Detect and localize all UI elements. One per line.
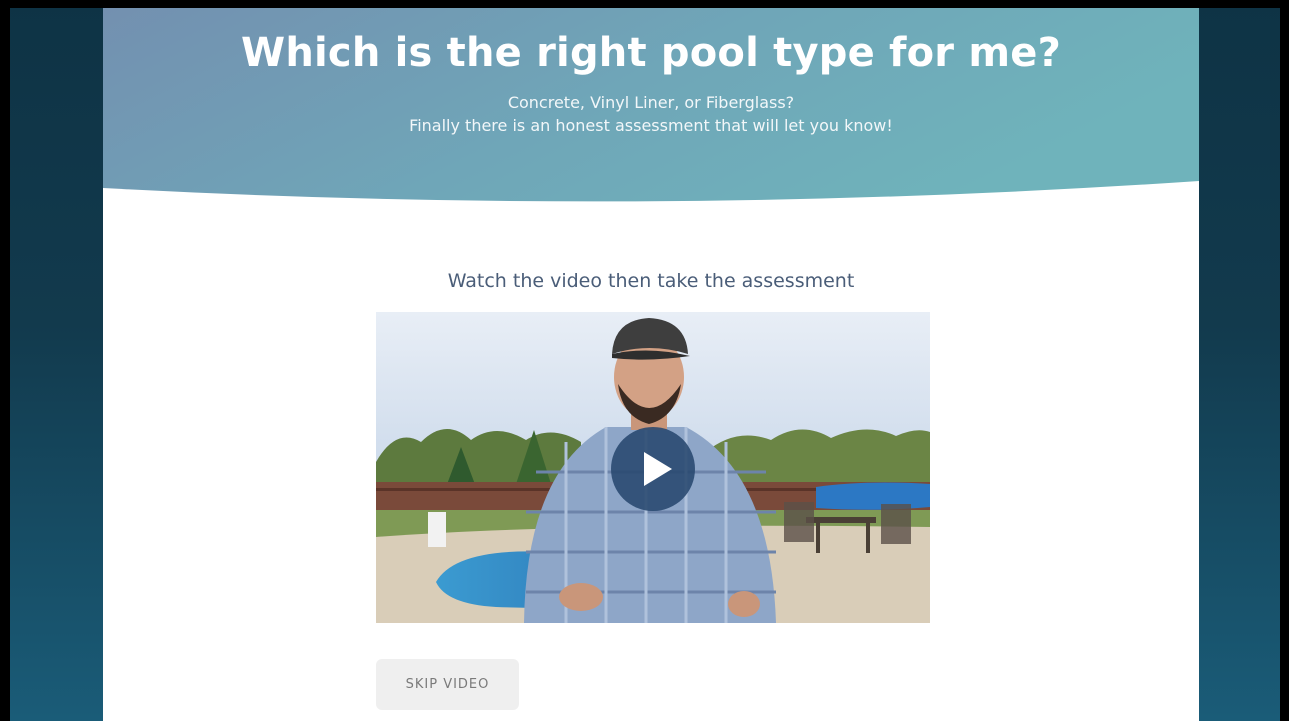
screen: Which is the right pool type for me? Con…: [0, 0, 1289, 721]
frame-right-edge: [1280, 0, 1289, 721]
frame-left-edge: [0, 0, 10, 721]
play-icon: [644, 452, 672, 486]
frame-top-edge: [0, 0, 1289, 8]
hero-subtitle-line1: Concrete, Vinyl Liner, or Fiberglass?: [507, 93, 795, 112]
play-button[interactable]: [611, 427, 695, 511]
hero-subtitle-line2: Finally there is an honest assessment th…: [409, 116, 893, 135]
skip-video-button[interactable]: SKIP VIDEO: [376, 659, 519, 710]
hero-banner: Which is the right pool type for me? Con…: [103, 8, 1199, 208]
video-prompt: Watch the video then take the assessment: [447, 270, 855, 292]
video-player[interactable]: [376, 312, 930, 623]
landing-page: Which is the right pool type for me? Con…: [103, 8, 1199, 721]
page-title: Which is the right pool type for me?: [241, 30, 1061, 76]
